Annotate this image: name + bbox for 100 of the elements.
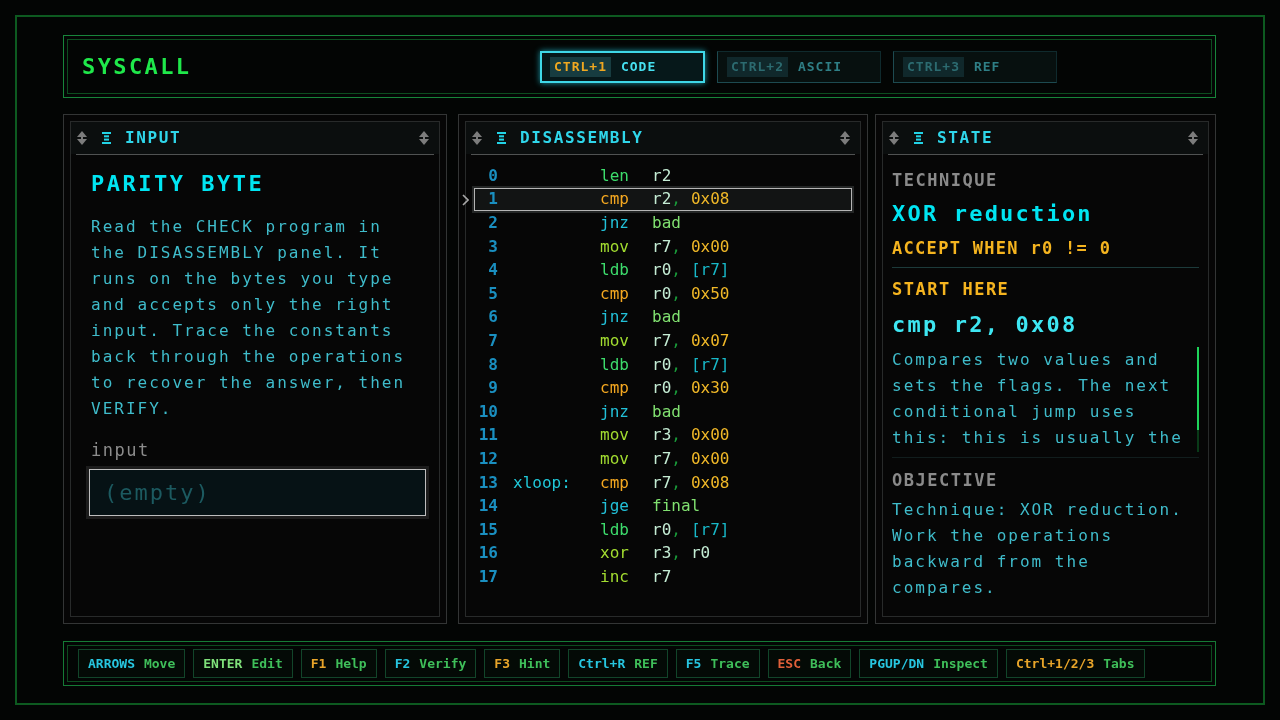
- code-label: xloop:: [513, 472, 571, 492]
- line-number: 3: [488, 236, 498, 256]
- action-label: Trace: [710, 654, 750, 673]
- line-number: 8: [488, 354, 498, 374]
- operands: r0, 0x30: [652, 378, 730, 399]
- operands: r2: [652, 165, 672, 186]
- tab[interactable]: CTRL+3 REF: [893, 50, 1057, 83]
- line-number: 1: [488, 189, 498, 209]
- puzzle-title: PARITY BYTE: [91, 170, 266, 198]
- line-number: 17: [478, 566, 498, 586]
- mnemonic: inc: [600, 566, 629, 586]
- code-line[interactable]: 12 mov r7, 0x00: [474, 447, 852, 471]
- mnemonic: ldb: [600, 354, 629, 374]
- line-number: 0: [488, 165, 498, 185]
- mnemonic: jnz: [600, 307, 629, 327]
- action-label: Tabs: [1103, 654, 1135, 673]
- action-label: Inspect: [933, 654, 988, 673]
- action-label: Verify: [419, 654, 467, 673]
- code-line[interactable]: 11 mov r3, 0x00: [474, 423, 852, 448]
- key-label: F2: [394, 654, 411, 673]
- section-label: OBJECTIVE: [892, 470, 998, 490]
- section-label: TECHNIQUE: [892, 170, 998, 190]
- action-label: Move: [143, 654, 176, 673]
- diamond-icon: [419, 131, 429, 145]
- mnemonic: ldb: [600, 260, 629, 280]
- code-line[interactable]: 3 mov r7, 0x00: [474, 234, 852, 259]
- line-number: 13: [478, 472, 498, 492]
- operands: r7, 0x08: [652, 472, 730, 493]
- key-label: ESC: [777, 654, 802, 673]
- key-label: Ctrl+R: [578, 654, 626, 673]
- stacked-bars-icon: [497, 132, 506, 144]
- code-line[interactable]: 8 ldb r0, [r7]: [474, 352, 852, 377]
- line-number: 9: [488, 378, 498, 398]
- code-line[interactable]: 4 ldb r0, [r7]: [474, 258, 852, 282]
- note-text: Compares two values and sets the flags. The next conditional jump uses this: this is usually the: [892, 349, 1184, 449]
- code-line[interactable]: 17 inc r7: [474, 565, 852, 589]
- code-line[interactable]: 7 mov r7, 0x07: [474, 329, 852, 353]
- mnemonic: cmp: [600, 189, 629, 209]
- diamond-icon: [77, 131, 87, 145]
- mnemonic: cmp: [600, 283, 629, 303]
- panel-title: STATE: [937, 128, 994, 148]
- line-number: 12: [478, 448, 498, 468]
- mnemonic: cmp: [600, 378, 629, 398]
- action-label: Back: [810, 654, 842, 673]
- line-number: 4: [488, 260, 498, 280]
- action-label: REF: [634, 654, 658, 673]
- mnemonic: jge: [600, 496, 629, 516]
- code-line[interactable]: 2 jnz bad: [474, 211, 852, 235]
- code-line[interactable]: 14 jge final: [474, 494, 852, 518]
- input-field[interactable]: (empty): [89, 469, 426, 516]
- code-line[interactable]: 9 cmp r0, 0x30: [474, 376, 852, 400]
- line-number: 2: [488, 213, 498, 232]
- mnemonic: jnz: [600, 401, 629, 421]
- code-line[interactable]: 0 len r2: [474, 164, 852, 188]
- tab[interactable]: CTRL+2 ASCII: [717, 50, 881, 83]
- key-label: ARROWS: [88, 654, 135, 673]
- section-label: START HERE: [892, 279, 1010, 299]
- operands: r7, 0x00: [652, 236, 730, 257]
- objective-text: Technique: XOR reduction. Work the operations backward from the compares.: [892, 499, 1184, 599]
- line-number: 5: [488, 283, 498, 303]
- operands: r7: [652, 566, 672, 587]
- technique-name: XOR reduction: [892, 201, 1093, 226]
- diamond-icon: [840, 131, 850, 145]
- code-line[interactable]: 5 cmp r0, 0x50: [474, 281, 852, 306]
- operands: r3, 0x00: [652, 425, 730, 446]
- diamond-icon: [889, 131, 899, 145]
- field-label: input: [91, 440, 150, 460]
- code-line[interactable]: 15 ldb r0, [r7]: [474, 517, 852, 542]
- line-number: 6: [488, 307, 498, 327]
- operands: r0, [r7]: [652, 260, 730, 281]
- operands: bad: [652, 213, 681, 233]
- operands: final: [652, 496, 701, 517]
- diamond-icon: [1188, 131, 1198, 145]
- mnemonic: len: [600, 165, 629, 185]
- start-instruction: cmp r2, 0x08: [892, 312, 1078, 337]
- code-line[interactable]: 13 xloop: cmp r7, 0x08: [474, 470, 852, 495]
- key-label: F3: [494, 654, 510, 673]
- operands: bad: [652, 401, 681, 422]
- caret-icon: [462, 193, 469, 206]
- stacked-bars-icon: [914, 132, 923, 144]
- mnemonic: jnz: [600, 213, 629, 232]
- tab[interactable]: CTRL+1 CODE: [540, 50, 705, 83]
- key-label: F1: [310, 654, 327, 673]
- operands: r0, [r7]: [652, 519, 730, 540]
- mnemonic: mov: [600, 236, 629, 256]
- action-label: Edit: [251, 654, 283, 673]
- operands: r7, 0x00: [652, 448, 730, 469]
- code-line[interactable]: 6 jnz bad: [474, 305, 852, 330]
- code-line[interactable]: 10 jnz bad: [474, 399, 852, 424]
- key-label: ENTER: [203, 654, 243, 673]
- operands: bad: [652, 307, 681, 328]
- line-number: 14: [478, 496, 498, 516]
- operands: r2, 0x08: [652, 189, 730, 210]
- action-label: Hint: [519, 654, 551, 673]
- key-label: Ctrl+1/2/3: [1015, 654, 1095, 673]
- mnemonic: mov: [600, 448, 629, 468]
- code-line[interactable]: 16 xor r3, r0: [474, 541, 852, 566]
- operands: r0, [r7]: [652, 354, 730, 375]
- line-number: 10: [478, 401, 498, 421]
- mnemonic: xor: [600, 543, 629, 563]
